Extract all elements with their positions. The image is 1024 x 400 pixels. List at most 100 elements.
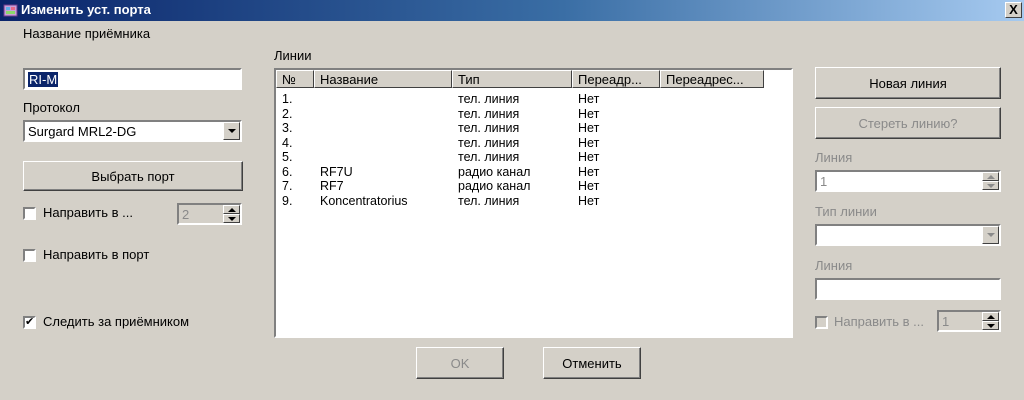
line2-input[interactable] bbox=[815, 278, 1001, 300]
table-cell: RF7U bbox=[320, 164, 353, 179]
table-cell: 9. bbox=[282, 193, 293, 208]
line-spinner[interactable]: 1 bbox=[815, 170, 1001, 192]
line-value: 1 bbox=[820, 174, 828, 189]
table-row[interactable]: 6. RF7U радио канал Нет bbox=[276, 165, 764, 180]
table-row[interactable]: 7. RF7 радио канал Нет bbox=[276, 179, 764, 194]
watch-receiver-checkbox[interactable]: ✔ bbox=[23, 316, 36, 329]
table-cell bbox=[660, 194, 764, 209]
table-row[interactable]: 9. Koncentratorius тел. линия Нет bbox=[276, 194, 764, 209]
direct-to-label: Направить в ... bbox=[43, 205, 133, 220]
table-cell: Koncentratorius bbox=[320, 193, 408, 208]
table-cell: тел. линия bbox=[458, 193, 520, 208]
right-direct-to-spinner[interactable]: 1 bbox=[937, 310, 1001, 332]
line2-label: Линия bbox=[815, 258, 853, 273]
table-cell: радио канал bbox=[458, 164, 531, 179]
spinner-arrows-icon[interactable] bbox=[982, 312, 999, 330]
table-cell bbox=[660, 150, 764, 165]
chevron-down-icon[interactable] bbox=[982, 226, 999, 244]
table-cell bbox=[314, 150, 452, 165]
chevron-down-icon[interactable] bbox=[223, 122, 240, 140]
title-bar[interactable]: Изменить уст. порта X bbox=[0, 0, 1024, 21]
direct-to-port-label: Направить в порт bbox=[43, 247, 150, 262]
direct-to-checkbox[interactable] bbox=[23, 207, 36, 220]
protocol-label: Протокол bbox=[23, 100, 80, 115]
spinner-arrows-icon[interactable] bbox=[982, 172, 999, 190]
table-row[interactable]: 2. тел. линия Нет bbox=[276, 107, 764, 122]
receiver-name-value: RI-M bbox=[28, 72, 59, 87]
column-header-type[interactable]: Тип bbox=[452, 70, 572, 88]
direct-to-spinner[interactable]: 2 bbox=[177, 203, 242, 225]
table-cell: Нет bbox=[578, 164, 600, 179]
delete-line-label: Стереть линию? bbox=[858, 115, 958, 131]
table-cell: радио канал bbox=[458, 179, 531, 193]
table-cell: тел. линия bbox=[458, 121, 520, 135]
table-cell bbox=[660, 136, 764, 151]
table-cell bbox=[314, 136, 452, 151]
table-cell bbox=[660, 121, 764, 136]
table-cell: Нет bbox=[578, 135, 600, 150]
table-cell: тел. линия bbox=[458, 150, 520, 164]
table-row[interactable]: 3. тел. линия Нет bbox=[276, 121, 764, 136]
table-cell bbox=[660, 92, 764, 107]
table-cell: 5. bbox=[282, 150, 293, 164]
ok-label: OK bbox=[450, 355, 470, 371]
protocol-select[interactable]: Surgard MRL2-DG bbox=[23, 120, 242, 142]
cancel-button[interactable]: Отменить bbox=[543, 347, 641, 379]
table-cell: Нет bbox=[578, 106, 600, 121]
table-cell: RF7 bbox=[320, 179, 344, 193]
table-cell: тел. линия bbox=[458, 92, 520, 106]
table-cell: тел. линия bbox=[458, 106, 520, 121]
receiver-name-label: Название приёмника bbox=[23, 26, 151, 41]
table-cell bbox=[660, 179, 764, 194]
close-icon: X bbox=[1009, 2, 1018, 17]
table-cell bbox=[660, 165, 764, 180]
new-line-button[interactable]: Новая линия bbox=[815, 67, 1001, 99]
table-row[interactable]: 1. тел. линия Нет bbox=[276, 92, 764, 107]
table-cell: Нет bbox=[578, 150, 600, 164]
lines-label: Линии bbox=[274, 48, 312, 63]
checkmark-icon: ✔ bbox=[25, 316, 35, 328]
window-title: Изменить уст. порта bbox=[21, 2, 151, 17]
table-cell: Нет bbox=[578, 179, 600, 193]
spinner-arrows-icon[interactable] bbox=[223, 205, 240, 223]
table-cell bbox=[314, 121, 452, 136]
lines-table[interactable]: № Название Тип Переадр... Переадрес... 1… bbox=[274, 68, 793, 338]
table-cell: 6. bbox=[282, 164, 293, 179]
line-type-label: Тип линии bbox=[815, 204, 877, 219]
column-header-redirect-address[interactable]: Переадрес... bbox=[660, 70, 764, 88]
ok-button[interactable]: OK bbox=[416, 347, 504, 379]
table-cell: 4. bbox=[282, 135, 293, 150]
column-header-name[interactable]: Название bbox=[314, 70, 452, 88]
dialog-window: Изменить уст. порта X Название приёмника… bbox=[0, 0, 1024, 400]
select-port-label: Выбрать порт bbox=[91, 168, 175, 184]
table-row[interactable]: 5. тел. линия Нет bbox=[276, 150, 764, 165]
app-icon bbox=[3, 4, 18, 17]
table-cell: тел. линия bbox=[458, 135, 520, 150]
lines-table-body: 1. тел. линия Нет 2. тел. линия Нет 3. тел. лин… bbox=[276, 92, 764, 208]
right-direct-to-value: 1 bbox=[942, 314, 950, 329]
cancel-label: Отменить bbox=[562, 355, 622, 371]
table-cell bbox=[314, 92, 452, 107]
table-cell: 3. bbox=[282, 121, 293, 135]
table-row[interactable]: 4. тел. линия Нет bbox=[276, 136, 764, 151]
table-cell: Нет bbox=[578, 92, 600, 106]
line-label: Линия bbox=[815, 150, 853, 165]
protocol-value: Surgard MRL2-DG bbox=[28, 124, 137, 139]
direct-to-port-checkbox[interactable] bbox=[23, 249, 36, 262]
table-cell: 1. bbox=[282, 92, 293, 106]
close-button[interactable]: X bbox=[1005, 2, 1022, 18]
line-type-select[interactable] bbox=[815, 224, 1001, 246]
select-port-button[interactable]: Выбрать порт bbox=[23, 161, 243, 191]
column-header-redirect[interactable]: Переадр... bbox=[572, 70, 660, 88]
lines-table-header: № Название Тип Переадр... Переадрес... bbox=[276, 70, 764, 88]
receiver-name-input[interactable]: RI-M bbox=[23, 68, 242, 90]
delete-line-button[interactable]: Стереть линию? bbox=[815, 107, 1001, 139]
table-cell bbox=[314, 107, 452, 122]
column-header-number[interactable]: № bbox=[276, 70, 314, 88]
new-line-label: Новая линия bbox=[869, 75, 947, 91]
right-direct-to-checkbox[interactable] bbox=[815, 316, 828, 329]
watch-receiver-label: Следить за приёмником bbox=[43, 314, 190, 329]
right-direct-to-label: Направить в ... bbox=[834, 314, 924, 329]
table-cell: Нет bbox=[578, 121, 600, 135]
direct-to-value: 2 bbox=[182, 207, 190, 222]
